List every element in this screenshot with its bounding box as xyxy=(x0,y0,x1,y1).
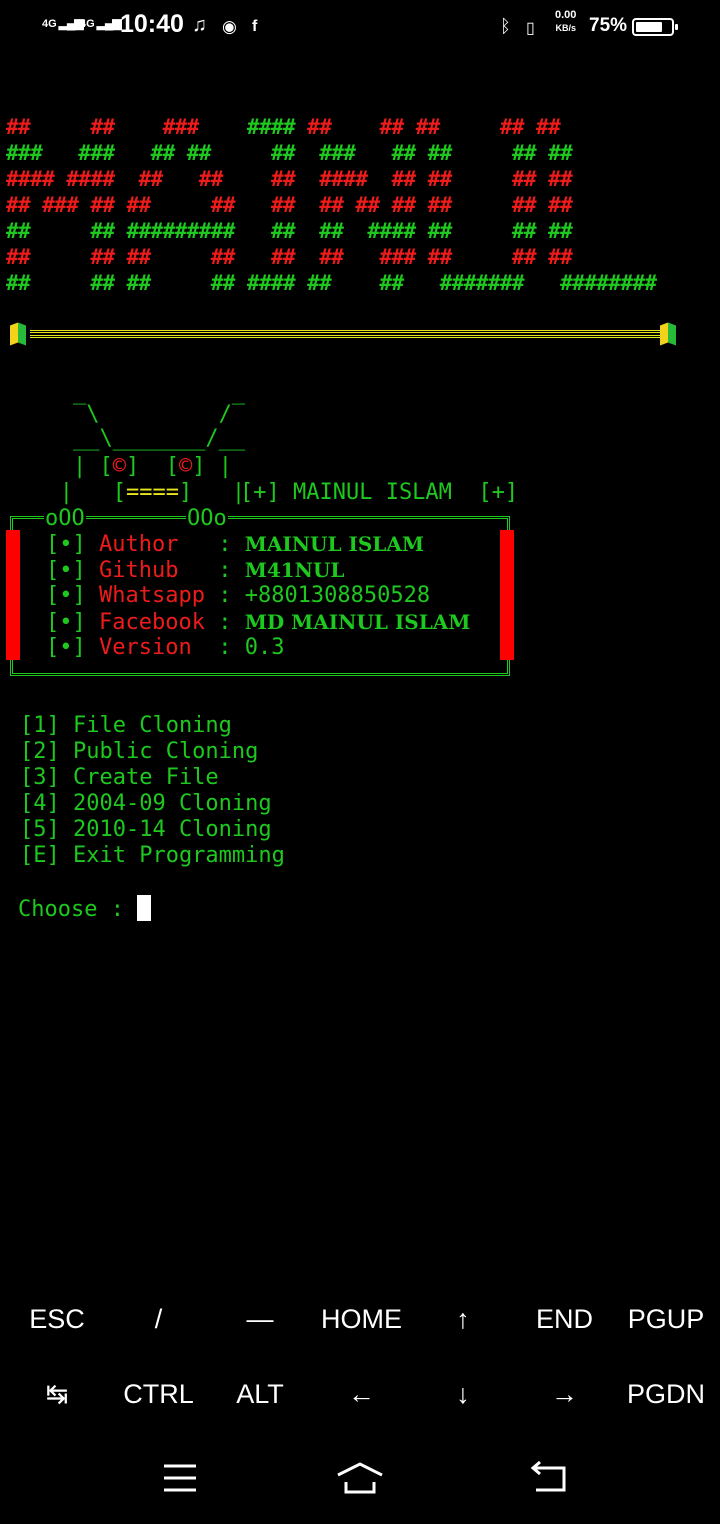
red-bar-left xyxy=(6,530,20,660)
text-cursor xyxy=(137,895,152,921)
banner-line: ## ## ######### ## ## #### ## ## ## xyxy=(6,219,573,243)
info-value: 0.3 xyxy=(244,635,285,660)
beginner-leaf-icon xyxy=(8,322,28,346)
box-cap-left: oOO xyxy=(44,506,86,531)
bullet: [•] xyxy=(46,532,99,557)
box-cap-right: OOo xyxy=(186,506,228,531)
banner-line: ## ## ## ## #### ## ## ####### ######## xyxy=(6,271,657,295)
alt-key[interactable]: ALT xyxy=(209,1357,311,1432)
home-key[interactable]: HOME xyxy=(311,1282,413,1357)
tab-key[interactable]: ↹ xyxy=(6,1357,108,1432)
info-row: [•] Facebook : MD MAINUL ISLAM xyxy=(46,609,470,636)
pgdn-key[interactable]: PGDN xyxy=(615,1357,717,1432)
red-bar-right xyxy=(500,530,514,660)
home-icon[interactable] xyxy=(310,1440,410,1520)
prompt-line[interactable]: Choose : xyxy=(18,895,152,923)
terminal-output[interactable]: ## ## ### #### ## ## ## ## ## ### ### ## … xyxy=(0,0,720,1280)
banner-line: ## ## ### #### ## ## ## ## ## xyxy=(6,115,561,139)
info-key: Version xyxy=(98,635,219,660)
info-key: Github xyxy=(98,558,219,583)
dash-key[interactable]: — xyxy=(209,1282,311,1357)
banner-line: ## ### ## ## ## ## ## ## ## ## ## ## xyxy=(6,193,573,217)
right-arrow-key[interactable]: → xyxy=(514,1357,616,1432)
info-row: [•] Whatsapp : +8801308850528 xyxy=(46,583,430,609)
banner-line: #### #### ## ## ## #### ## ## ## ## xyxy=(6,167,573,191)
pgup-key[interactable]: PGUP xyxy=(615,1282,717,1357)
bullet: [•] xyxy=(46,610,99,635)
ctrl-key[interactable]: CTRL xyxy=(108,1357,210,1432)
menu-item: [1] File Cloning xyxy=(20,713,232,738)
bullet: [•] xyxy=(46,635,99,660)
info-key: Author xyxy=(98,532,219,557)
bullet: [•] xyxy=(46,583,99,608)
info-sep: : xyxy=(218,558,245,583)
info-row: [•] Version : 0.3 xyxy=(46,635,284,661)
info-row: [•] Author : MAINUL ISLAM xyxy=(46,531,424,558)
info-sep: : xyxy=(218,635,245,660)
left-arrow-key[interactable]: ← xyxy=(311,1357,413,1432)
menu-item: [3] Create File xyxy=(20,765,219,790)
up-arrow-key[interactable]: ↑ xyxy=(412,1282,514,1357)
menu-item: [2] Public Cloning xyxy=(20,739,259,764)
menu-item: [5] 2010-14 Cloning xyxy=(20,817,272,842)
beginner-leaf-icon xyxy=(658,322,678,346)
slash-key[interactable]: / xyxy=(108,1282,210,1357)
info-row: [•] Github : M41NUL xyxy=(46,557,344,584)
end-key[interactable]: END xyxy=(514,1282,616,1357)
info-sep: : xyxy=(218,583,245,608)
info-value: MD MAINUL ISLAM xyxy=(244,610,471,634)
info-sep: : xyxy=(218,532,245,557)
bullet: [•] xyxy=(46,558,99,583)
navigation-bar xyxy=(0,1440,720,1520)
menu-icon[interactable] xyxy=(130,1440,230,1520)
tagline: [+] MAINUL ISLAM [+] xyxy=(240,480,519,505)
separator-line xyxy=(30,330,660,338)
info-sep: : xyxy=(218,610,245,635)
info-value: M41NUL xyxy=(244,558,345,582)
down-arrow-key[interactable]: ↓ xyxy=(412,1357,514,1432)
banner-line: ### ### ## ## ## ### ## ## ## ## xyxy=(6,141,573,165)
esc-key[interactable]: ESC xyxy=(6,1282,108,1357)
banner-line: ## ## ## ## ## ## ### ## ## ## xyxy=(6,245,573,269)
info-key: Whatsapp xyxy=(98,583,219,608)
menu-item: [4] 2004-09 Cloning xyxy=(20,791,272,816)
back-icon[interactable] xyxy=(500,1440,600,1520)
info-value: MAINUL ISLAM xyxy=(244,532,424,556)
menu-item: [E] Exit Programming xyxy=(20,843,285,868)
extra-keys-bar: ESC / — HOME ↑ END PGUP ↹ CTRL ALT ← ↓ → PGDN xyxy=(0,1280,720,1440)
info-key: Facebook xyxy=(98,610,219,635)
info-value: +8801308850528 xyxy=(244,583,431,608)
